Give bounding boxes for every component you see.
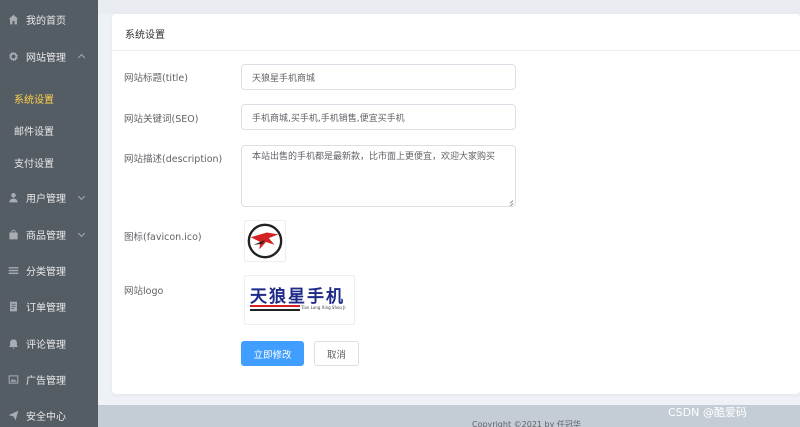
description-textarea[interactable]: 本站出售的手机都是最新款，比市面上更便宜，欢迎大家购买	[241, 145, 516, 207]
sidebar-item-label: 商品管理	[26, 230, 66, 242]
footer-copyright: Copyright ©2021 by 任冠华	[472, 420, 581, 427]
resize-handle[interactable]	[507, 198, 513, 204]
top-strip	[98, 0, 800, 14]
sidebar-item-orders[interactable]: 订单管理	[0, 290, 98, 322]
logo-underline-dark	[250, 309, 300, 311]
category-icon	[7, 264, 19, 276]
sidebar-item-label: 广告管理	[26, 375, 66, 387]
sidebar-item-comments[interactable]: 评论管理	[0, 327, 98, 359]
sidebar-item-ads[interactable]: 广告管理	[0, 363, 98, 395]
description-label: 网站描述(description)	[124, 154, 223, 165]
favicon-label: 图标(favicon.ico)	[124, 232, 202, 243]
sidebar-subitem-payment-settings[interactable]: 支付设置	[0, 146, 98, 178]
comment-icon	[7, 337, 19, 349]
favicon-image	[247, 223, 283, 259]
sidebar: 我的首页 网站管理 系统设置 邮件设置 支付设置 用户管理 商品管理 分类管理 …	[0, 0, 98, 427]
sidebar-item-site-management[interactable]: 网站管理	[0, 40, 98, 72]
sidebar-item-label: 订单管理	[26, 302, 66, 314]
description-textarea-value: 本站出售的手机都是最新款，比市面上更便宜，欢迎大家购买	[252, 152, 496, 162]
logo-uploader[interactable]: 天狼星手机 Tian Lang Xing Shou Ji	[244, 275, 355, 325]
user-icon	[7, 191, 19, 203]
watermark: CSDN @酷爱码	[668, 406, 747, 419]
title-input[interactable]: 天狼星手机商城	[241, 64, 516, 90]
chevron-up-icon	[77, 53, 86, 62]
sidebar-item-label: 安全中心	[26, 411, 66, 423]
sidebar-item-categories[interactable]: 分类管理	[0, 254, 98, 286]
send-icon	[7, 409, 19, 421]
favicon-uploader[interactable]	[244, 220, 286, 262]
sidebar-item-security[interactable]: 安全中心	[0, 399, 98, 427]
card-header: 系统设置	[112, 14, 800, 51]
keywords-input[interactable]: 手机商城,买手机,手机销售,便宜买手机	[241, 104, 516, 130]
logo-underline	[250, 305, 300, 307]
card-title: 系统设置	[125, 30, 165, 41]
sidebar-item-products[interactable]: 商品管理	[0, 218, 98, 250]
sidebar-subitem-system-settings[interactable]: 系统设置	[0, 82, 98, 114]
cancel-button[interactable]: 取消	[314, 341, 359, 366]
logo-image-text: 天狼星手机	[250, 287, 345, 307]
title-input-value: 天狼星手机商城	[252, 73, 316, 84]
home-icon	[7, 13, 19, 25]
sidebar-item-label: 我的首页	[26, 15, 66, 27]
sidebar-item-label: 分类管理	[26, 266, 66, 278]
sidebar-subitem-mail-settings[interactable]: 邮件设置	[0, 114, 98, 146]
sidebar-item-users[interactable]: 用户管理	[0, 181, 98, 213]
title-label: 网站标题(title)	[124, 73, 188, 84]
gear-icon	[7, 50, 19, 62]
logo-label: 网站logo	[124, 286, 164, 297]
sidebar-item-home[interactable]: 我的首页	[0, 3, 98, 35]
submit-button[interactable]: 立即修改	[241, 341, 304, 366]
logo-subtext: Tian Lang Xing Shou Ji	[301, 305, 346, 310]
order-icon	[7, 300, 19, 312]
bag-icon	[7, 228, 19, 240]
chevron-down-icon	[77, 229, 86, 238]
sidebar-item-label: 评论管理	[26, 339, 66, 351]
sidebar-item-label: 网站管理	[26, 52, 66, 64]
keywords-input-value: 手机商城,买手机,手机销售,便宜买手机	[252, 113, 405, 124]
sidebar-item-label: 用户管理	[26, 193, 66, 205]
picture-icon	[7, 373, 19, 385]
keywords-label: 网站关键词(SEO)	[124, 114, 199, 125]
chevron-down-icon	[77, 192, 86, 201]
